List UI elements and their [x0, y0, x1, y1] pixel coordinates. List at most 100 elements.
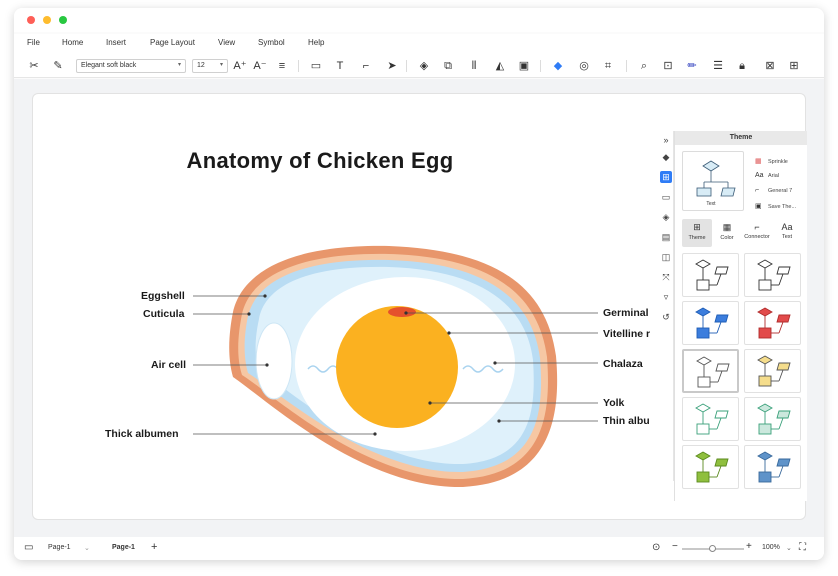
page-selector[interactable]: Page-1: [48, 544, 71, 551]
group-icon[interactable]: ⧉: [440, 58, 456, 74]
rectangle-icon[interactable]: ▭: [308, 58, 324, 74]
menu-file[interactable]: File: [27, 38, 40, 47]
option-font[interactable]: Aa Arial: [755, 172, 779, 179]
line-color-icon[interactable]: ✏: [684, 58, 700, 74]
label-thin-albumen[interactable]: Thin albu: [603, 415, 650, 427]
label-air-cell[interactable]: Air cell: [151, 359, 186, 371]
theme-preview[interactable]: Text: [682, 151, 744, 211]
close-window-button[interactable]: [27, 16, 35, 24]
theme-icon[interactable]: ⊞: [660, 171, 672, 183]
chevron-down-icon[interactable]: ⌄: [786, 544, 792, 552]
label-vitelline[interactable]: Vitelline r: [603, 328, 650, 340]
label-yolk[interactable]: Yolk: [603, 397, 624, 409]
history-icon[interactable]: ↺: [660, 311, 672, 323]
menu-page-layout[interactable]: Page Layout: [150, 38, 195, 47]
menu-view[interactable]: View: [218, 38, 235, 47]
frame-icon[interactable]: ▣: [516, 58, 532, 74]
tab-color[interactable]: ▦ Color: [712, 219, 742, 247]
shape-style-icon[interactable]: ◎: [576, 58, 592, 74]
fill-icon[interactable]: ◆: [660, 151, 672, 163]
menu-insert[interactable]: Insert: [106, 38, 126, 47]
add-page-icon[interactable]: +: [151, 541, 157, 553]
font-grow-icon[interactable]: A⁺: [232, 58, 248, 74]
page-tab-active[interactable]: Page-1: [112, 544, 135, 551]
find-replace-icon[interactable]: ⊡: [660, 58, 676, 74]
theme-option[interactable]: [682, 445, 739, 489]
theme-option[interactable]: [682, 349, 739, 393]
menu-home[interactable]: Home: [62, 38, 83, 47]
leader-dot: [373, 432, 377, 436]
option-sprinkle[interactable]: ▦ Sprinkle: [755, 157, 788, 165]
fullscreen-icon[interactable]: ⛶: [799, 542, 806, 553]
comment-icon[interactable]: ▿: [660, 291, 672, 303]
lock-icon[interactable]: 🔒︎: [734, 58, 750, 74]
font-family-select[interactable]: Elegant soft black ▾: [76, 59, 186, 73]
theme-option[interactable]: [682, 253, 739, 297]
zoom-out-icon[interactable]: −: [672, 541, 678, 552]
label-cuticula[interactable]: Cuticula: [143, 308, 184, 320]
font-shrink-icon[interactable]: A⁻: [252, 58, 268, 74]
theme-option[interactable]: [744, 301, 801, 345]
label-eggshell[interactable]: Eggshell: [141, 290, 185, 302]
crop-icon[interactable]: ⌗: [600, 58, 616, 74]
minimize-window-button[interactable]: [43, 16, 51, 24]
align-icon[interactable]: ≡: [274, 58, 290, 74]
maximize-window-button[interactable]: [59, 16, 67, 24]
leader-dot: [247, 312, 251, 316]
zoom-level[interactable]: 100%: [762, 544, 780, 551]
play-icon[interactable]: ⊙: [652, 542, 660, 553]
align-left-icon[interactable]: ⫴: [466, 58, 482, 74]
zoom-in-icon[interactable]: +: [746, 541, 752, 552]
fit-icon[interactable]: ⊠: [762, 58, 778, 74]
tab-text[interactable]: Aa Text: [772, 219, 802, 247]
search-icon[interactable]: ⌕: [636, 58, 652, 74]
format-painter-icon[interactable]: ✎: [50, 58, 66, 74]
layers-icon[interactable]: ◈: [660, 211, 672, 223]
theme-option[interactable]: [744, 397, 801, 441]
text-icon[interactable]: T: [332, 58, 348, 74]
image-icon[interactable]: ▭: [660, 191, 672, 203]
connector-icon[interactable]: ⌐: [358, 58, 374, 74]
label-chalaza[interactable]: Chalaza: [603, 358, 643, 370]
chevron-down-icon[interactable]: ⌄: [84, 544, 90, 552]
label-germinal[interactable]: Germinal: [603, 307, 649, 319]
diagram-title[interactable]: Anatomy of Chicken Egg: [33, 148, 607, 174]
connector-icon: ⌐: [755, 187, 760, 194]
theme-panel: Theme Text ▦ Sprinkle Aa Arial ⌐ General 7 …: [674, 131, 807, 501]
toolbar-divider: [540, 60, 541, 72]
option-connector-style[interactable]: ⌐ General 7: [755, 187, 792, 194]
expand-icon[interactable]: ⤧: [660, 271, 672, 283]
theme-tab-icon: ⊞: [693, 222, 701, 232]
yolk-shape[interactable]: [336, 306, 458, 428]
more-icon[interactable]: ⊞: [786, 58, 802, 74]
theme-option-graphic: [757, 403, 791, 435]
germinal-disc-shape[interactable]: [388, 307, 416, 317]
page-icon[interactable]: ▤: [660, 231, 672, 243]
layers-icon[interactable]: ◈: [416, 58, 432, 74]
save-icon: ▣: [755, 203, 762, 210]
menu-symbol[interactable]: Symbol: [258, 38, 285, 47]
toolbar: ✂ ✎ Elegant soft black ▾ 12 ▾ A⁺ A⁻ ≡ ▭ T …: [14, 54, 824, 78]
menu-help[interactable]: Help: [308, 38, 324, 47]
page-view-icon[interactable]: ▭: [24, 542, 33, 553]
theme-option[interactable]: [682, 301, 739, 345]
theme-option[interactable]: [744, 253, 801, 297]
line-style-icon[interactable]: ☰: [710, 58, 726, 74]
label-thick-albumen[interactable]: Thick albumen: [105, 428, 179, 440]
font-size-select[interactable]: 12 ▾: [192, 59, 228, 73]
collapse-panel-icon[interactable]: »: [660, 134, 672, 146]
tab-connector[interactable]: ⌐ Connector: [742, 219, 772, 247]
fill-color-icon[interactable]: ◆: [550, 58, 566, 74]
flip-icon[interactable]: ◭: [492, 58, 508, 74]
pointer-icon[interactable]: ➤: [384, 58, 400, 74]
zoom-slider-thumb[interactable]: [709, 545, 716, 552]
theme-option[interactable]: [682, 397, 739, 441]
air-cell-shape[interactable]: [255, 322, 293, 400]
option-connector-label: General 7: [768, 188, 793, 194]
cut-icon[interactable]: ✂: [26, 58, 42, 74]
theme-option[interactable]: [744, 445, 801, 489]
tab-theme[interactable]: ⊞ Theme: [682, 219, 712, 247]
data-icon[interactable]: ◫: [660, 251, 672, 263]
option-save-theme[interactable]: ▣ Save The...: [755, 202, 796, 210]
theme-option[interactable]: [744, 349, 801, 393]
